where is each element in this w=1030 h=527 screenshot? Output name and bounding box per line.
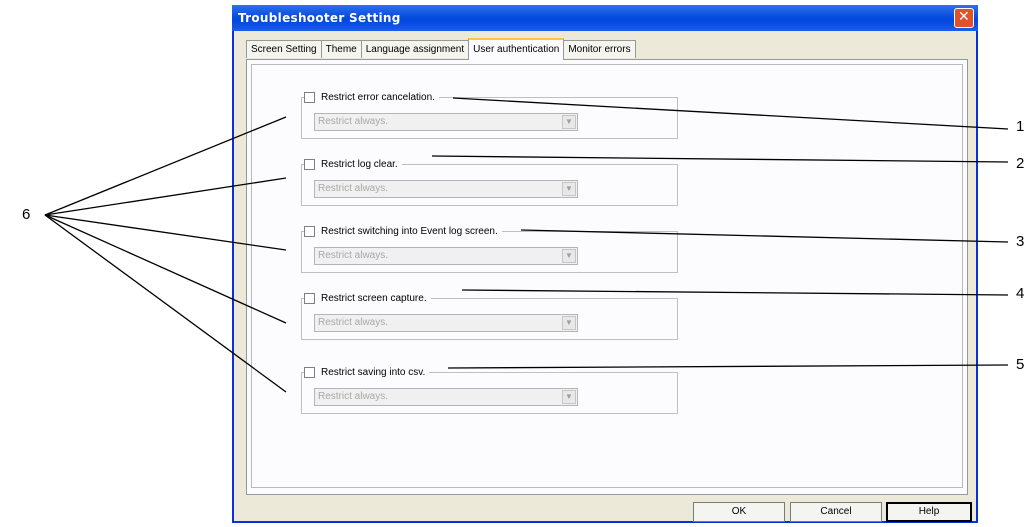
callout-line-1 [452,97,1009,130]
callout-line-6b [44,177,287,216]
callout-number-3: 3 [1016,233,1025,250]
callout-line-4 [461,289,1009,296]
callout-number-6: 6 [22,206,31,223]
callout-line-6c [44,214,287,251]
callout-line-2 [431,155,1009,163]
callout-line-6a [44,116,287,216]
callout-number-5: 5 [1016,356,1025,373]
callout-number-2: 2 [1016,155,1025,172]
callout-line-5 [447,364,1009,369]
callout-line-6e [44,214,287,393]
callout-line-6d [44,214,287,324]
callout-number-4: 4 [1016,285,1025,302]
callout-lines [44,97,1009,393]
callout-number-1: 1 [1016,118,1025,135]
tab-user-authentication[interactable]: User authentication [468,38,565,60]
callout-line-3 [520,229,1009,243]
